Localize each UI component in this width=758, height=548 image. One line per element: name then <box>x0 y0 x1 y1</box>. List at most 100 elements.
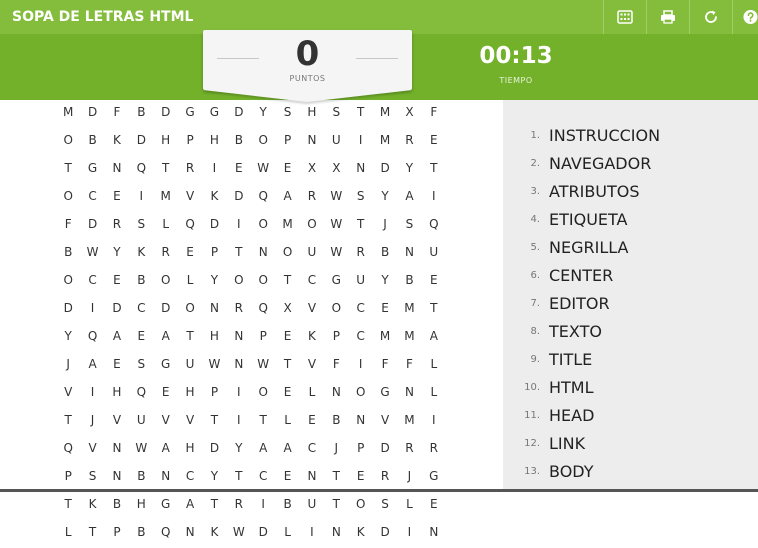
print-button[interactable] <box>646 0 689 34</box>
letter-cell[interactable]: C <box>80 184 104 212</box>
letter-cell[interactable]: O <box>178 296 202 324</box>
letter-cell[interactable]: E <box>105 184 129 212</box>
letter-cell[interactable]: N <box>397 380 421 408</box>
letter-cell[interactable]: B <box>373 240 397 268</box>
letter-cell[interactable]: I <box>80 380 104 408</box>
letter-cell[interactable]: F <box>422 100 446 128</box>
letter-cell[interactable]: R <box>300 184 324 212</box>
letter-cell[interactable]: V <box>373 408 397 436</box>
help-button[interactable] <box>732 0 758 34</box>
letter-cell[interactable]: T <box>202 408 226 436</box>
letter-cell[interactable]: B <box>397 268 421 296</box>
letter-cell[interactable]: Y <box>105 240 129 268</box>
letter-cell[interactable]: N <box>227 324 251 352</box>
letter-cell[interactable]: A <box>178 492 202 520</box>
letter-cell[interactable]: L <box>397 492 421 520</box>
letter-cell[interactable]: S <box>324 100 348 128</box>
letter-cell[interactable]: P <box>56 464 80 492</box>
letter-cell[interactable]: W <box>324 212 348 240</box>
letter-cell[interactable]: R <box>227 296 251 324</box>
letter-cell[interactable]: D <box>227 100 251 128</box>
letter-cell[interactable]: U <box>422 240 446 268</box>
letter-cell[interactable]: J <box>324 436 348 464</box>
letter-cell[interactable]: P <box>202 240 226 268</box>
letter-cell[interactable]: P <box>275 128 299 156</box>
letter-cell[interactable]: L <box>422 352 446 380</box>
letter-cell[interactable]: X <box>397 100 421 128</box>
letter-cell[interactable]: A <box>80 352 104 380</box>
letter-cell[interactable]: C <box>178 464 202 492</box>
letter-cell[interactable]: I <box>80 296 104 324</box>
letter-cell[interactable]: L <box>275 520 299 548</box>
letter-cell[interactable]: V <box>80 436 104 464</box>
letter-cell[interactable]: S <box>129 352 153 380</box>
letter-cell[interactable]: S <box>275 100 299 128</box>
letter-cell[interactable]: R <box>154 240 178 268</box>
letter-cell[interactable]: O <box>251 380 275 408</box>
letter-cell[interactable]: V <box>178 408 202 436</box>
letter-cell[interactable]: X <box>324 156 348 184</box>
letter-cell[interactable]: B <box>129 464 153 492</box>
letter-cell[interactable]: E <box>105 352 129 380</box>
letter-cell[interactable]: N <box>178 520 202 548</box>
letter-cell[interactable]: Y <box>251 100 275 128</box>
letter-cell[interactable]: Q <box>251 184 275 212</box>
letter-cell[interactable]: C <box>300 268 324 296</box>
letter-cell[interactable]: O <box>324 296 348 324</box>
letter-cell[interactable]: B <box>275 492 299 520</box>
letter-cell[interactable]: D <box>129 128 153 156</box>
letter-cell[interactable]: C <box>349 324 373 352</box>
letter-cell[interactable]: V <box>300 352 324 380</box>
letter-cell[interactable]: W <box>80 240 104 268</box>
letter-cell[interactable]: G <box>154 492 178 520</box>
letter-cell[interactable]: T <box>275 268 299 296</box>
letter-cell[interactable]: O <box>56 128 80 156</box>
letter-cell[interactable]: E <box>275 380 299 408</box>
letter-cell[interactable]: T <box>324 492 348 520</box>
letter-cell[interactable]: T <box>202 492 226 520</box>
letter-cell[interactable]: M <box>397 324 421 352</box>
letter-cell[interactable]: M <box>56 100 80 128</box>
letter-cell[interactable]: R <box>178 156 202 184</box>
letter-cell[interactable]: H <box>154 128 178 156</box>
letter-cell[interactable]: N <box>324 380 348 408</box>
letter-cell[interactable]: I <box>300 520 324 548</box>
letter-cell[interactable]: A <box>251 436 275 464</box>
letter-cell[interactable]: N <box>154 464 178 492</box>
letter-cell[interactable]: E <box>300 408 324 436</box>
letter-cell[interactable]: Y <box>202 268 226 296</box>
letter-cell[interactable]: W <box>202 352 226 380</box>
letter-cell[interactable]: E <box>129 324 153 352</box>
letter-cell[interactable]: B <box>129 268 153 296</box>
letter-cell[interactable]: L <box>178 268 202 296</box>
letter-cell[interactable]: T <box>349 100 373 128</box>
letter-cell[interactable]: E <box>178 240 202 268</box>
letter-cell[interactable]: E <box>422 492 446 520</box>
letter-cell[interactable]: N <box>202 296 226 324</box>
letter-cell[interactable]: H <box>178 436 202 464</box>
letter-cell[interactable]: F <box>56 212 80 240</box>
letter-cell[interactable]: J <box>373 212 397 240</box>
letter-cell[interactable]: V <box>300 296 324 324</box>
letter-cell[interactable]: P <box>178 128 202 156</box>
letter-cell[interactable]: P <box>202 380 226 408</box>
letter-cell[interactable]: K <box>105 128 129 156</box>
letter-cell[interactable]: D <box>80 212 104 240</box>
letter-cell[interactable]: N <box>105 156 129 184</box>
letter-cell[interactable]: M <box>397 296 421 324</box>
letter-cell[interactable]: N <box>324 520 348 548</box>
letter-cell[interactable]: D <box>373 436 397 464</box>
letter-cell[interactable]: H <box>300 100 324 128</box>
letter-cell[interactable]: T <box>80 520 104 548</box>
letter-cell[interactable]: O <box>251 212 275 240</box>
letter-cell[interactable]: I <box>349 352 373 380</box>
letter-cell[interactable]: O <box>227 268 251 296</box>
letter-cell[interactable]: D <box>373 520 397 548</box>
letter-cell[interactable]: G <box>422 464 446 492</box>
letter-cell[interactable]: I <box>397 520 421 548</box>
letter-cell[interactable]: E <box>154 380 178 408</box>
letter-cell[interactable]: Q <box>154 520 178 548</box>
letter-cell[interactable]: I <box>227 212 251 240</box>
letter-cell[interactable]: M <box>373 100 397 128</box>
letter-cell[interactable]: D <box>56 296 80 324</box>
